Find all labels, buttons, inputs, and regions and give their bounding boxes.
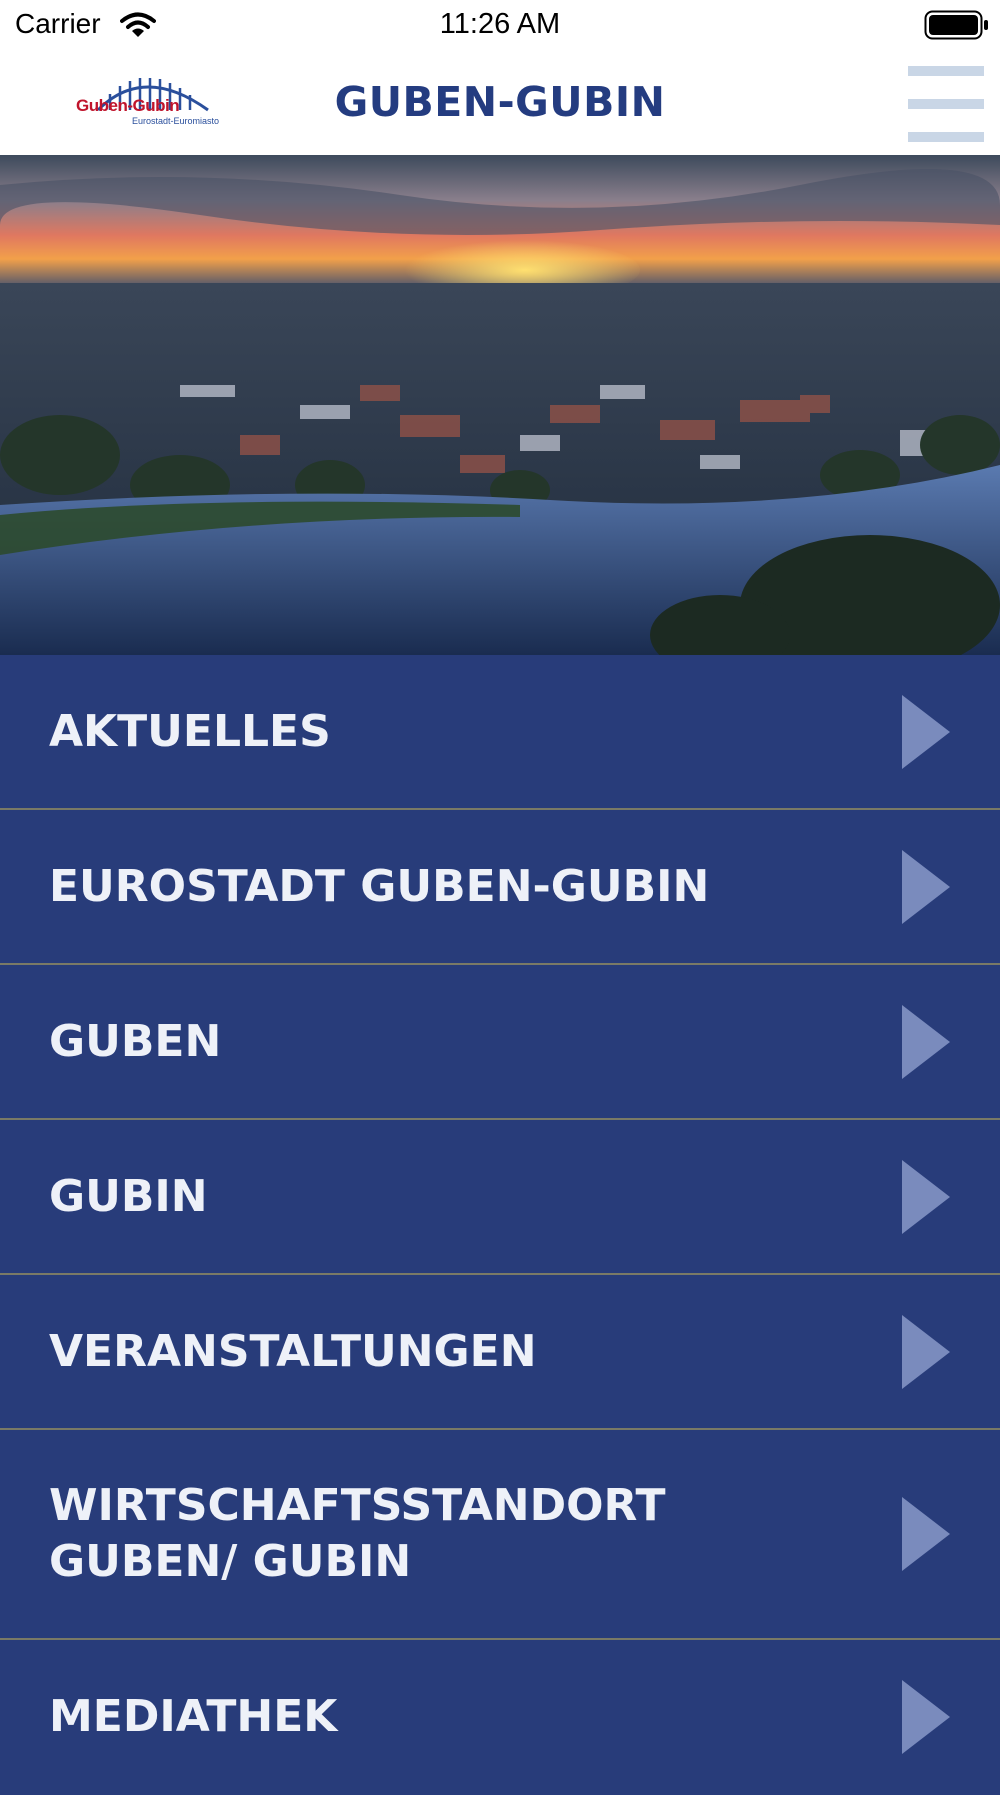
chevron-right-icon <box>902 1680 950 1754</box>
hero-image <box>0 155 1000 655</box>
menu-item-label: AKTUELLES <box>49 706 331 757</box>
menu-item-eurostadt[interactable]: EUROSTADT GUBEN-GUBIN <box>0 810 1000 965</box>
clock: 11:26 AM <box>439 8 561 40</box>
menu-item-label: MEDIATHEK <box>49 1691 338 1742</box>
menu-item-wirtschaftsstandort[interactable]: WIRTSCHAFTSSTANDORT GUBEN/ GUBIN <box>0 1430 1000 1640</box>
menu-item-label: VERANSTALTUNGEN <box>49 1326 537 1377</box>
chevron-right-icon <box>902 1160 950 1234</box>
chevron-right-icon <box>902 850 950 924</box>
chevron-right-icon <box>902 1005 950 1079</box>
nav-bar: Guben-Gubin Eurostadt-Euromiasto GUBEN-G… <box>0 50 1000 155</box>
chevron-right-icon <box>902 1315 950 1389</box>
chevron-right-icon <box>902 1497 950 1571</box>
hamburger-menu-button[interactable] <box>908 62 986 142</box>
menu-item-guben[interactable]: GUBEN <box>0 965 1000 1120</box>
menu-item-label: WIRTSCHAFTSSTANDORT GUBEN/ GUBIN <box>49 1480 666 1587</box>
chevron-right-icon <box>902 695 950 769</box>
main-menu: AKTUELLES EUROSTADT GUBEN-GUBIN GUBEN GU… <box>0 655 1000 1795</box>
battery-icon <box>924 10 990 44</box>
menu-item-label: GUBEN <box>49 1016 222 1067</box>
menu-item-label: EUROSTADT GUBEN-GUBIN <box>49 861 710 912</box>
menu-item-veranstaltungen[interactable]: VERANSTALTUNGEN <box>0 1275 1000 1430</box>
menu-item-mediathek[interactable]: MEDIATHEK <box>0 1640 1000 1795</box>
aerial-city-photo <box>0 155 1000 655</box>
menu-item-label: GUBIN <box>49 1171 208 1222</box>
menu-item-gubin[interactable]: GUBIN <box>0 1120 1000 1275</box>
menu-item-aktuelles[interactable]: AKTUELLES <box>0 655 1000 810</box>
page-title: GUBEN-GUBIN <box>334 78 666 126</box>
status-bar: Carrier 11:26 AM <box>0 0 1000 50</box>
